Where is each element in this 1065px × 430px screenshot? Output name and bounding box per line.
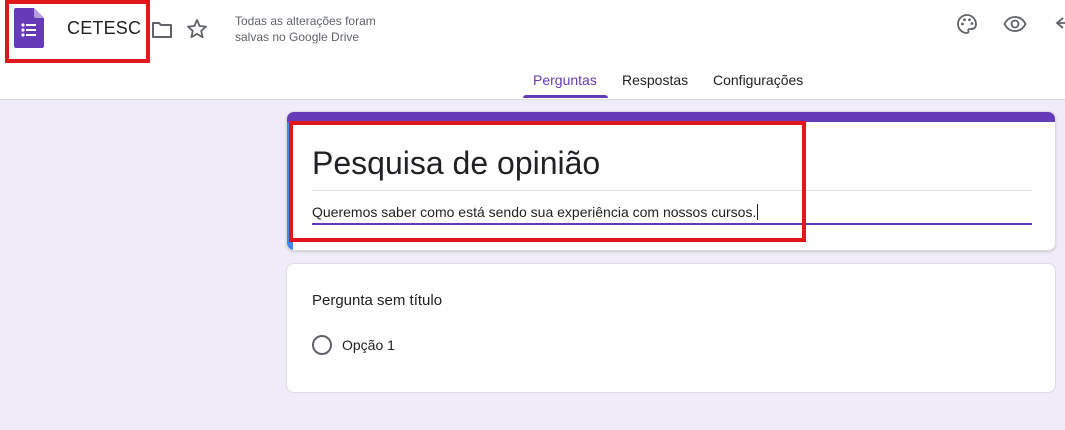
star-icon[interactable] xyxy=(185,17,209,41)
tab-respostas[interactable]: Respostas xyxy=(622,72,688,88)
radio-button[interactable] xyxy=(312,335,332,355)
form-header-card: Pesquisa de opinião Queremos saber como … xyxy=(286,111,1056,251)
header-accent-stripe xyxy=(287,112,1055,122)
preview-icon[interactable] xyxy=(1003,12,1027,36)
save-status: Todas as alterações foram salvas no Goog… xyxy=(235,14,376,44)
form-description-input[interactable]: Queremos saber como está sendo sua exper… xyxy=(312,204,759,220)
form-title-input[interactable]: Pesquisa de opinião xyxy=(312,145,600,182)
google-forms-icon[interactable] xyxy=(14,8,44,48)
active-tab-indicator xyxy=(523,95,608,98)
question-title[interactable]: Pergunta sem título xyxy=(312,292,442,309)
palette-icon[interactable] xyxy=(955,12,979,36)
description-focus-underline xyxy=(312,223,1032,225)
top-bar: CETESC Todas as alterações foram salvas … xyxy=(0,0,1065,100)
text-cursor xyxy=(757,204,759,220)
form-description-text: Queremos saber como está sendo sua exper… xyxy=(312,204,757,220)
option-label[interactable]: Opção 1 xyxy=(342,337,395,353)
undo-icon[interactable] xyxy=(1053,12,1065,36)
tab-perguntas[interactable]: Perguntas xyxy=(533,72,597,88)
folder-icon[interactable] xyxy=(150,18,174,42)
document-title[interactable]: CETESC xyxy=(67,18,141,39)
question-card[interactable]: Pergunta sem título Opção 1 xyxy=(286,263,1056,393)
title-divider xyxy=(312,190,1032,191)
tab-configuracoes[interactable]: Configurações xyxy=(713,72,803,88)
focus-indicator-stripe xyxy=(287,122,293,250)
